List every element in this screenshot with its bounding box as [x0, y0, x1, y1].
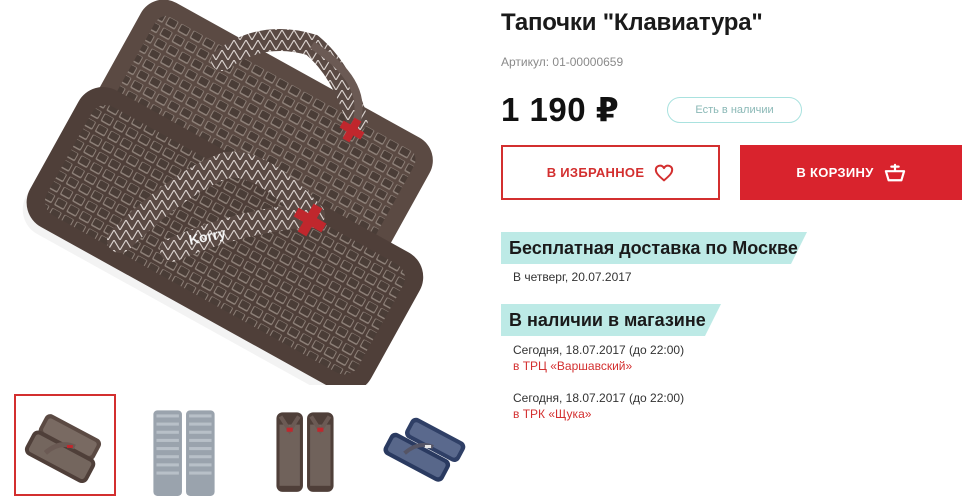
thumbnail-4[interactable]	[376, 394, 478, 496]
product-title: Тапочки "Клавиатура"	[501, 9, 763, 36]
product-sku: Артикул: 01-00000659	[501, 55, 624, 69]
add-to-cart-button[interactable]: В КОРЗИНУ	[740, 145, 962, 200]
thumbnail-3[interactable]	[254, 394, 356, 496]
stock-status-badge: Есть в наличии	[667, 97, 802, 123]
store-link[interactable]: в ТРК «Щука»	[513, 407, 591, 421]
delivery-date: В четверг, 20.07.2017	[513, 270, 632, 284]
thumbnail-1[interactable]	[14, 394, 116, 496]
store-availability-date: Сегодня, 18.07.2017 (до 22:00)	[513, 391, 685, 405]
free-delivery-heading: Бесплатная доставка по Москве	[501, 232, 807, 264]
thumbnail-strip	[14, 394, 484, 496]
product-main-image: Korry	[12, 0, 482, 400]
store-availability-date: Сегодня, 18.07.2017 (до 22:00)	[513, 343, 685, 357]
heart-icon	[654, 164, 674, 182]
add-to-favorites-button[interactable]: В ИЗБРАННОЕ	[501, 145, 720, 200]
store-link[interactable]: в ТРЦ «Варшавский»	[513, 359, 632, 373]
product-price: 1 190 ₽	[501, 91, 620, 128]
basket-icon	[884, 163, 906, 183]
thumbnail-2[interactable]	[133, 394, 235, 496]
favorites-label: В ИЗБРАННОЕ	[546, 165, 645, 180]
in-store-heading: В наличии в магазине	[501, 304, 721, 336]
cart-label: В КОРЗИНУ	[796, 165, 874, 180]
